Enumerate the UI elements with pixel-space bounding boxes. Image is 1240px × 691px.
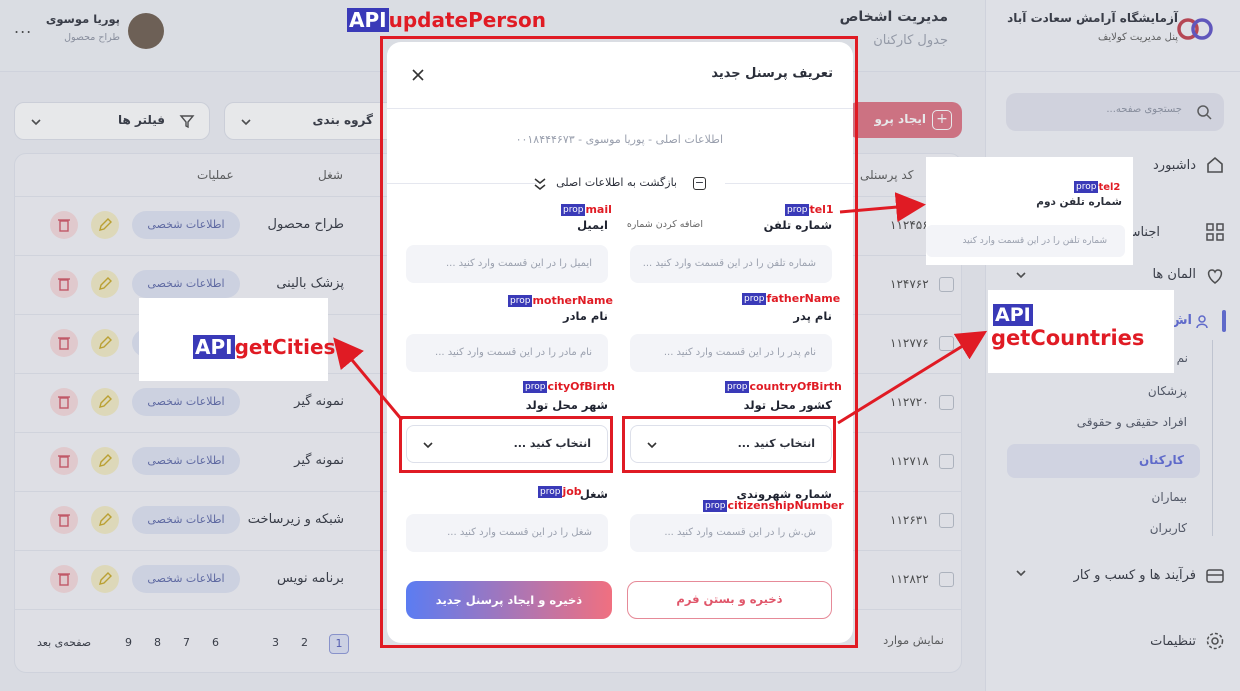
annotation-arrows — [333, 192, 988, 425]
arrow-tel2 — [839, 192, 926, 223]
arrow-countries — [837, 330, 988, 425]
arrow-cities — [333, 337, 404, 421]
